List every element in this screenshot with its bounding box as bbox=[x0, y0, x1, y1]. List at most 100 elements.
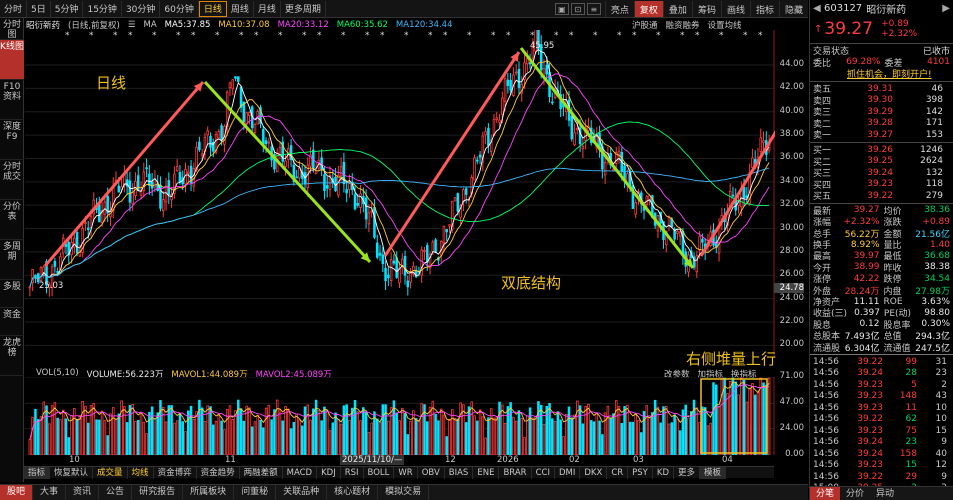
bottom-tab[interactable]: 问董秘 bbox=[234, 485, 277, 500]
bottom-tab[interactable]: 大事 bbox=[33, 485, 67, 500]
indicator-tab[interactable]: 两融差额 bbox=[240, 467, 283, 479]
indicator-tab[interactable]: DMI bbox=[555, 467, 581, 479]
indicator-tab[interactable]: 模板 bbox=[700, 467, 727, 479]
volume-bar-down bbox=[34, 408, 37, 455]
ratio-value: 69.28% bbox=[846, 57, 881, 68]
fullscreen-icon[interactable]: ▣ bbox=[554, 3, 569, 15]
menu-icon[interactable]: ☰ bbox=[128, 20, 136, 30]
chips-button[interactable]: 筹码 bbox=[691, 1, 721, 17]
rail-dragon-tiger[interactable]: 龙虎榜 bbox=[0, 336, 24, 376]
price-axis-label: 40.00 bbox=[779, 105, 804, 116]
open-account-link[interactable]: 抓住机会，即刻开户! bbox=[813, 67, 932, 80]
candle-up bbox=[431, 241, 435, 252]
bottom-tab[interactable]: 公告 bbox=[99, 485, 133, 500]
tab-5day[interactable]: 5日 bbox=[27, 0, 51, 17]
rail-depth[interactable]: 深度F9 bbox=[0, 120, 24, 160]
bottom-tab[interactable]: 模拟交易 bbox=[378, 485, 430, 500]
rail-ticks[interactable]: 分时成交 bbox=[0, 160, 24, 200]
rail-price-table[interactable]: 分价表 bbox=[0, 200, 24, 240]
indicator-tab[interactable]: 成交量 bbox=[93, 467, 128, 479]
candle-down bbox=[264, 140, 268, 145]
tab-abnormal[interactable]: 异动 bbox=[870, 487, 900, 500]
indicator-button[interactable]: 指标 bbox=[749, 1, 779, 17]
tab-monthly[interactable]: 月线 bbox=[254, 0, 281, 17]
tab-price-dist[interactable]: 分价 bbox=[840, 487, 870, 500]
indicator-tab[interactable]: 均线 bbox=[128, 467, 154, 479]
rail-multi-stock[interactable]: 多股 bbox=[0, 280, 24, 308]
indicator-tab[interactable]: WR bbox=[394, 467, 418, 479]
volume-bar-up bbox=[123, 406, 126, 455]
quote-header: ◀ 603127 昭衍新药 ▶ bbox=[810, 0, 953, 16]
stat-value: 36.68 bbox=[924, 250, 950, 261]
volume-bar-up bbox=[451, 409, 454, 455]
indicator-tab[interactable]: 资金博弈 bbox=[154, 467, 197, 479]
volume-bar-up bbox=[542, 423, 546, 455]
tick-time: 14:56 bbox=[813, 425, 839, 436]
indicator-tab[interactable]: PSY bbox=[628, 467, 653, 479]
rail-intraday[interactable]: 分时图 bbox=[0, 18, 24, 40]
uptrend-arrow-3 bbox=[699, 130, 775, 257]
indicator-tab[interactable]: 资金趋势 bbox=[197, 467, 240, 479]
candle-up bbox=[698, 235, 701, 251]
bottom-tab[interactable]: 核心题材 bbox=[327, 485, 379, 500]
candle-up bbox=[248, 112, 251, 117]
rail-multi-period[interactable]: 多周期 bbox=[0, 240, 24, 280]
indicator-tab[interactable]: BRAR bbox=[499, 467, 532, 479]
rail-capital[interactable]: 资金 bbox=[0, 308, 24, 336]
volume-bar-up bbox=[42, 401, 46, 455]
tab-15min[interactable]: 15分钟 bbox=[83, 0, 122, 17]
indicator-tab[interactable]: BOLL bbox=[364, 467, 395, 479]
tab-ticks[interactable]: 分笔 bbox=[810, 487, 841, 500]
indicator-tab[interactable]: 恢复默认 bbox=[50, 467, 94, 479]
highlights-button[interactable]: 亮点 bbox=[604, 1, 634, 17]
candle-down bbox=[381, 254, 385, 265]
back-arrow-icon[interactable]: ◀ bbox=[813, 3, 821, 14]
bottom-tab[interactable]: 资讯 bbox=[66, 485, 100, 500]
draw-button[interactable]: 画线 bbox=[720, 1, 750, 17]
event-star-icon: * bbox=[680, 31, 685, 41]
tab-weekly[interactable]: 周线 bbox=[227, 0, 254, 17]
bottom-tab[interactable]: 关联品种 bbox=[276, 485, 328, 500]
indicator-tab[interactable]: CR bbox=[607, 467, 629, 479]
bottom-tab[interactable]: 所属板块 bbox=[183, 485, 235, 500]
indicator-tab[interactable]: 更多 bbox=[674, 467, 701, 479]
adjust-button[interactable]: 复权 bbox=[633, 1, 663, 17]
candle-down bbox=[506, 79, 510, 86]
indicator-tab[interactable]: RSI bbox=[341, 467, 364, 479]
price-axis-label: 34.00 bbox=[779, 175, 804, 186]
tab-more-periods[interactable]: 更多周期 bbox=[281, 0, 326, 17]
hide-button[interactable]: 隐藏 bbox=[778, 1, 808, 17]
stats-table: 最新 39.27 均价 38.36 涨幅 +2.32% 涨跌 +0.89 总手 56.22万 金额 2… bbox=[810, 205, 953, 353]
kline-chart[interactable]: * * * * * * * * * * * * * * * * * * * * * * * * * * * * * * * * * *45.952… bbox=[25, 30, 775, 357]
event-star-icon: * bbox=[719, 31, 724, 41]
indicator-tab[interactable]: KDJ bbox=[317, 467, 341, 479]
event-star-icon: * bbox=[365, 31, 370, 41]
indicator-tab[interactable]: OBV bbox=[418, 467, 445, 479]
list-icon[interactable]: ≡ bbox=[586, 3, 601, 15]
bids-row: 买四 39.23 118 bbox=[810, 179, 953, 191]
indicator-tab[interactable]: 指标 bbox=[24, 467, 51, 479]
indicator-tab[interactable]: DKX bbox=[580, 467, 608, 479]
candle-up bbox=[514, 71, 518, 74]
tab-5min[interactable]: 5分钟 bbox=[51, 0, 84, 17]
tab-daily[interactable]: 日线 bbox=[198, 0, 227, 17]
bottom-tab[interactable]: 股吧 bbox=[0, 485, 34, 500]
tab-30min[interactable]: 30分钟 bbox=[122, 0, 161, 17]
candle-up bbox=[217, 131, 221, 139]
candle-up bbox=[161, 199, 165, 212]
tab-intraday[interactable]: 分时 bbox=[0, 0, 28, 17]
tick-row: 14:56 39.22 29 9 bbox=[810, 471, 953, 483]
rail-f10[interactable]: F10资料 bbox=[0, 80, 24, 120]
indicator-tab[interactable]: CCI bbox=[532, 467, 555, 479]
indicator-tab[interactable]: BIAS bbox=[445, 467, 474, 479]
indicator-tab[interactable]: KD bbox=[653, 467, 674, 479]
overlay-button[interactable]: 叠加 bbox=[662, 1, 692, 17]
indicator-tab[interactable]: MACD bbox=[283, 467, 318, 479]
forward-arrow-icon[interactable]: ▶ bbox=[942, 3, 950, 14]
volume-bar-up bbox=[103, 420, 107, 455]
indicator-tab[interactable]: ENE bbox=[473, 467, 500, 479]
tab-60min[interactable]: 60分钟 bbox=[160, 0, 199, 17]
zoom-icon[interactable]: ⊡ bbox=[570, 3, 585, 15]
rail-kline[interactable]: K线图 bbox=[0, 40, 24, 80]
bottom-tab[interactable]: 研究报告 bbox=[132, 485, 184, 500]
